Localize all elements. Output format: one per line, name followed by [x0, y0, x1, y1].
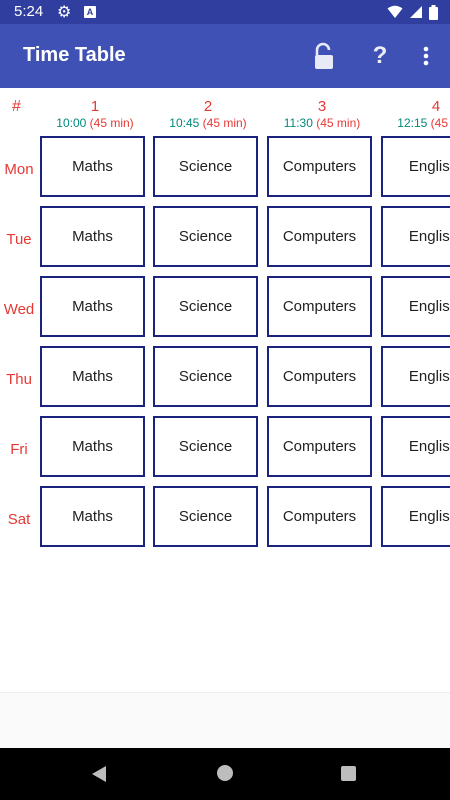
timetable-cell[interactable]: Maths	[40, 416, 145, 477]
more-vert-icon[interactable]	[412, 42, 440, 70]
timetable-cell[interactable]: Science	[153, 276, 258, 337]
back-icon[interactable]	[91, 765, 107, 783]
wifi-icon	[387, 5, 403, 18]
timetable-cell[interactable]: Maths	[40, 206, 145, 267]
period-number: 2	[203, 98, 213, 115]
timetable-cell[interactable]: Science	[153, 346, 258, 407]
period-duration: (45 min)	[202, 116, 247, 130]
timetable-cell[interactable]: Maths	[40, 346, 145, 407]
day-label-thu: Thu	[6, 371, 32, 388]
period-header-3: 3 11:30 (45 min)	[267, 98, 377, 130]
timetable-cell[interactable]: Computers	[267, 346, 372, 407]
status-time: 5:24	[14, 3, 44, 20]
status-icons	[387, 4, 438, 20]
page-title: Time Table	[23, 44, 126, 66]
period-number: 1	[90, 98, 100, 115]
period-duration: (45 min)	[430, 116, 450, 130]
period-number: 4	[431, 98, 441, 115]
period-duration: (45 min)	[316, 116, 361, 130]
timetable-cell[interactable]: English	[381, 276, 450, 337]
period-header-2: 2 10:45 (45 min)	[153, 98, 263, 130]
period-start-time: 12:15	[397, 116, 428, 130]
timetable-cell[interactable]: English	[381, 486, 450, 547]
timetable-cell[interactable]: English	[381, 416, 450, 477]
signal-icon	[410, 6, 422, 18]
timetable-cell[interactable]: Computers	[267, 276, 372, 337]
timetable-cell[interactable]: Science	[153, 136, 258, 197]
gear-icon: ⚙	[57, 4, 72, 21]
day-label-fri: Fri	[10, 441, 28, 458]
period-start-time: 10:45	[169, 116, 200, 130]
lock-open-icon[interactable]	[310, 42, 338, 70]
timetable-cell[interactable]: Computers	[267, 206, 372, 267]
corner-label: #	[12, 98, 21, 115]
day-label-mon: Mon	[4, 161, 34, 178]
timetable-cell[interactable]: Maths	[40, 276, 145, 337]
period-header-4: 4 12:15 (45 min)	[381, 98, 450, 130]
period-duration: (45 min)	[89, 116, 134, 130]
app-bar: Time Table ?	[0, 24, 450, 88]
battery-icon	[429, 4, 438, 20]
timetable-cell[interactable]: Maths	[40, 136, 145, 197]
period-start-time: 10:00	[56, 116, 87, 130]
timetable-cell[interactable]: English	[381, 346, 450, 407]
recents-icon[interactable]	[341, 766, 356, 781]
period-start-time: 11:30	[283, 116, 313, 130]
status-bar: 5:24 ⚙ A	[0, 0, 450, 24]
period-number: 3	[317, 98, 327, 115]
day-label-wed: Wed	[3, 301, 35, 318]
timetable-cell[interactable]: Computers	[267, 416, 372, 477]
day-label-tue: Tue	[6, 231, 32, 248]
day-label-sat: Sat	[7, 511, 31, 528]
timetable-cell[interactable]: Computers	[267, 136, 372, 197]
timetable-grid: # 1 10:00 (45 min) 2 10:45 (45 min) 3 11…	[0, 88, 450, 692]
timetable-cell[interactable]: Maths	[40, 486, 145, 547]
bottom-strip	[0, 692, 450, 749]
a-icon: A	[84, 6, 96, 18]
timetable-cell[interactable]: English	[381, 136, 450, 197]
timetable-cell[interactable]: English	[381, 206, 450, 267]
system-nav-bar	[0, 748, 450, 800]
home-icon[interactable]	[217, 765, 233, 781]
period-header-1: 1 10:00 (45 min)	[40, 98, 150, 130]
timetable-cell[interactable]: Science	[153, 416, 258, 477]
timetable-cell[interactable]: Science	[153, 206, 258, 267]
timetable-cell[interactable]: Science	[153, 486, 258, 547]
help-icon[interactable]: ?	[366, 42, 394, 70]
timetable-cell[interactable]: Computers	[267, 486, 372, 547]
